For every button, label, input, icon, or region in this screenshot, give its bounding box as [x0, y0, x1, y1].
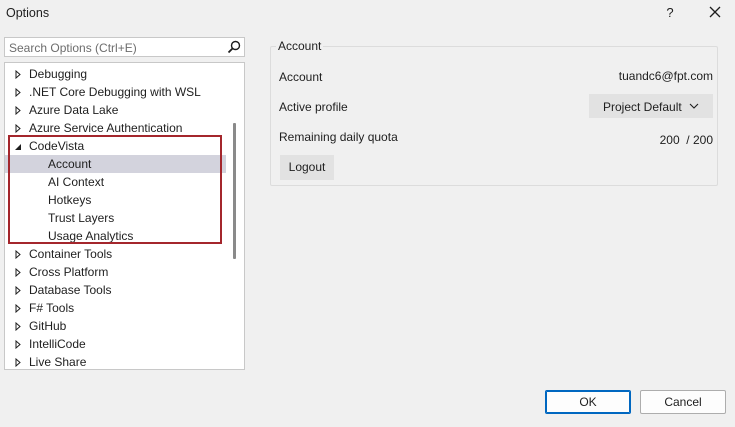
tree-item-label: Live Share [29, 355, 87, 369]
account-group-title: Account [276, 39, 324, 53]
search-icon[interactable] [227, 40, 241, 57]
tree-item-cross-platform[interactable]: Cross Platform [5, 263, 226, 281]
tree-item-label: Cross Platform [29, 265, 109, 279]
ok-button[interactable]: OK [545, 390, 631, 414]
account-label: Account [279, 70, 323, 84]
expand-arrow-icon[interactable] [15, 304, 21, 313]
expand-arrow-icon[interactable] [15, 124, 21, 133]
expand-arrow-icon[interactable] [15, 286, 21, 295]
tree-item-label: Debugging [29, 67, 88, 81]
expand-arrow-icon[interactable] [15, 358, 21, 367]
tree-item-label: GitHub [29, 319, 67, 333]
account-value: tuandc6@fpt.com [618, 69, 713, 83]
chevron-down-icon [689, 103, 699, 109]
tree-item-label: Azure Data Lake [29, 103, 119, 117]
close-icon [709, 6, 721, 18]
expand-arrow-icon[interactable] [15, 250, 21, 259]
expand-arrow-icon[interactable] [15, 88, 21, 97]
active-profile-value: Project Default [603, 100, 682, 114]
highlight-annotation-box [8, 135, 222, 244]
expand-arrow-icon[interactable] [15, 340, 21, 349]
tree-item-live-share[interactable]: Live Share [5, 353, 226, 369]
tree-scrollbar-thumb[interactable] [233, 123, 236, 259]
expand-arrow-icon[interactable] [15, 268, 21, 277]
help-button[interactable]: ? [660, 3, 680, 23]
active-profile-dropdown[interactable]: Project Default [589, 94, 713, 118]
active-profile-label: Active profile [279, 100, 348, 114]
tree-item-label: Container Tools [29, 247, 113, 261]
tree-item-intellicode[interactable]: IntelliCode [5, 335, 226, 353]
tree-item-label: IntelliCode [29, 337, 86, 351]
tree-item-label: Database Tools [29, 283, 112, 297]
expand-arrow-icon[interactable] [15, 106, 21, 115]
logout-button[interactable]: Logout [280, 155, 334, 180]
title-bar: Options ? [0, 0, 735, 26]
remaining-quota-label: Remaining daily quota [279, 130, 398, 144]
tree-item-github[interactable]: GitHub [5, 317, 226, 335]
tree-item-label: .NET Core Debugging with WSL [29, 85, 201, 99]
window-title: Options [6, 6, 50, 20]
tree-item-container-tools[interactable]: Container Tools [5, 245, 226, 263]
tree-item-debugging[interactable]: Debugging [5, 65, 226, 83]
remaining-quota-value: 200 / 200 [659, 133, 713, 147]
search-box [4, 37, 245, 57]
tree-item-net-core-debugging-wsl[interactable]: .NET Core Debugging with WSL [5, 83, 226, 101]
search-input[interactable] [9, 40, 219, 55]
tree-item-fsharp-tools[interactable]: F# Tools [5, 299, 226, 317]
close-button[interactable] [704, 3, 726, 23]
tree-item-database-tools[interactable]: Database Tools [5, 281, 226, 299]
expand-arrow-icon[interactable] [15, 322, 21, 331]
cancel-button[interactable]: Cancel [640, 390, 726, 414]
tree-item-azure-data-lake[interactable]: Azure Data Lake [5, 101, 226, 119]
tree-item-label: F# Tools [29, 301, 75, 315]
expand-arrow-icon[interactable] [15, 70, 21, 79]
